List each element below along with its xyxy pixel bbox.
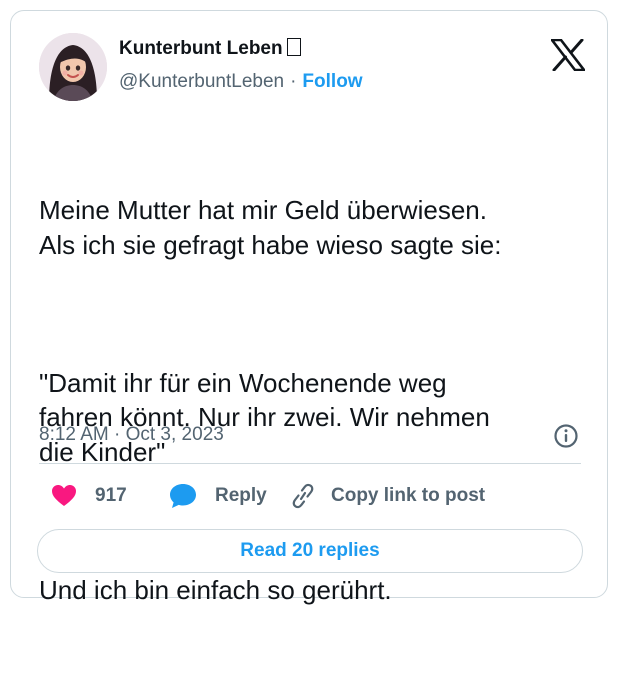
copy-link-label: Copy link to post	[331, 485, 486, 506]
like-count: 917	[95, 485, 127, 506]
author-name-row[interactable]: Kunterbunt Leben	[119, 38, 301, 60]
x-logo-icon[interactable]	[551, 39, 585, 71]
read-replies-label: Read 20 replies	[240, 540, 380, 561]
copy-link-button[interactable]: Copy link to post	[289, 481, 485, 511]
separator-dot: ·	[290, 71, 297, 92]
avatar-image	[39, 33, 107, 101]
reply-label: Reply	[215, 485, 267, 506]
tweet-paragraph: Und ich bin einfach so gerührt.	[39, 574, 392, 605]
author-handle-row: @KunterbuntLeben · Follow	[119, 71, 363, 93]
author-handle[interactable]: @KunterbuntLeben	[119, 71, 284, 92]
tweet-paragraph: Meine Mutter hat mir Geld überwiesen. Al…	[39, 195, 502, 260]
avatar[interactable]	[39, 33, 107, 101]
like-button[interactable]: 917	[51, 481, 127, 511]
tweet-timestamp[interactable]: 8:12 AM · Oct 3, 2023	[39, 424, 224, 446]
tweet-embed-card: Kunterbunt Leben @KunterbuntLeben · Follow…	[10, 10, 608, 605]
reply-button[interactable]: Reply	[169, 481, 267, 511]
info-icon[interactable]	[553, 423, 579, 449]
speech-bubble-icon	[170, 484, 196, 508]
author-name[interactable]: Kunterbunt Leben	[119, 38, 283, 59]
divider	[39, 463, 581, 464]
tweet-text: Meine Mutter hat mir Geld überwiesen. Al…	[39, 124, 579, 676]
link-icon	[292, 483, 314, 509]
heart-icon	[52, 485, 76, 506]
emoji-placeholder-icon	[286, 38, 301, 56]
tweet-paragraph: "Damit ihr für ein Wochenende weg fahren…	[39, 367, 490, 467]
follow-button[interactable]: Follow	[302, 71, 362, 92]
read-replies-button[interactable]: Read 20 replies	[37, 529, 583, 573]
